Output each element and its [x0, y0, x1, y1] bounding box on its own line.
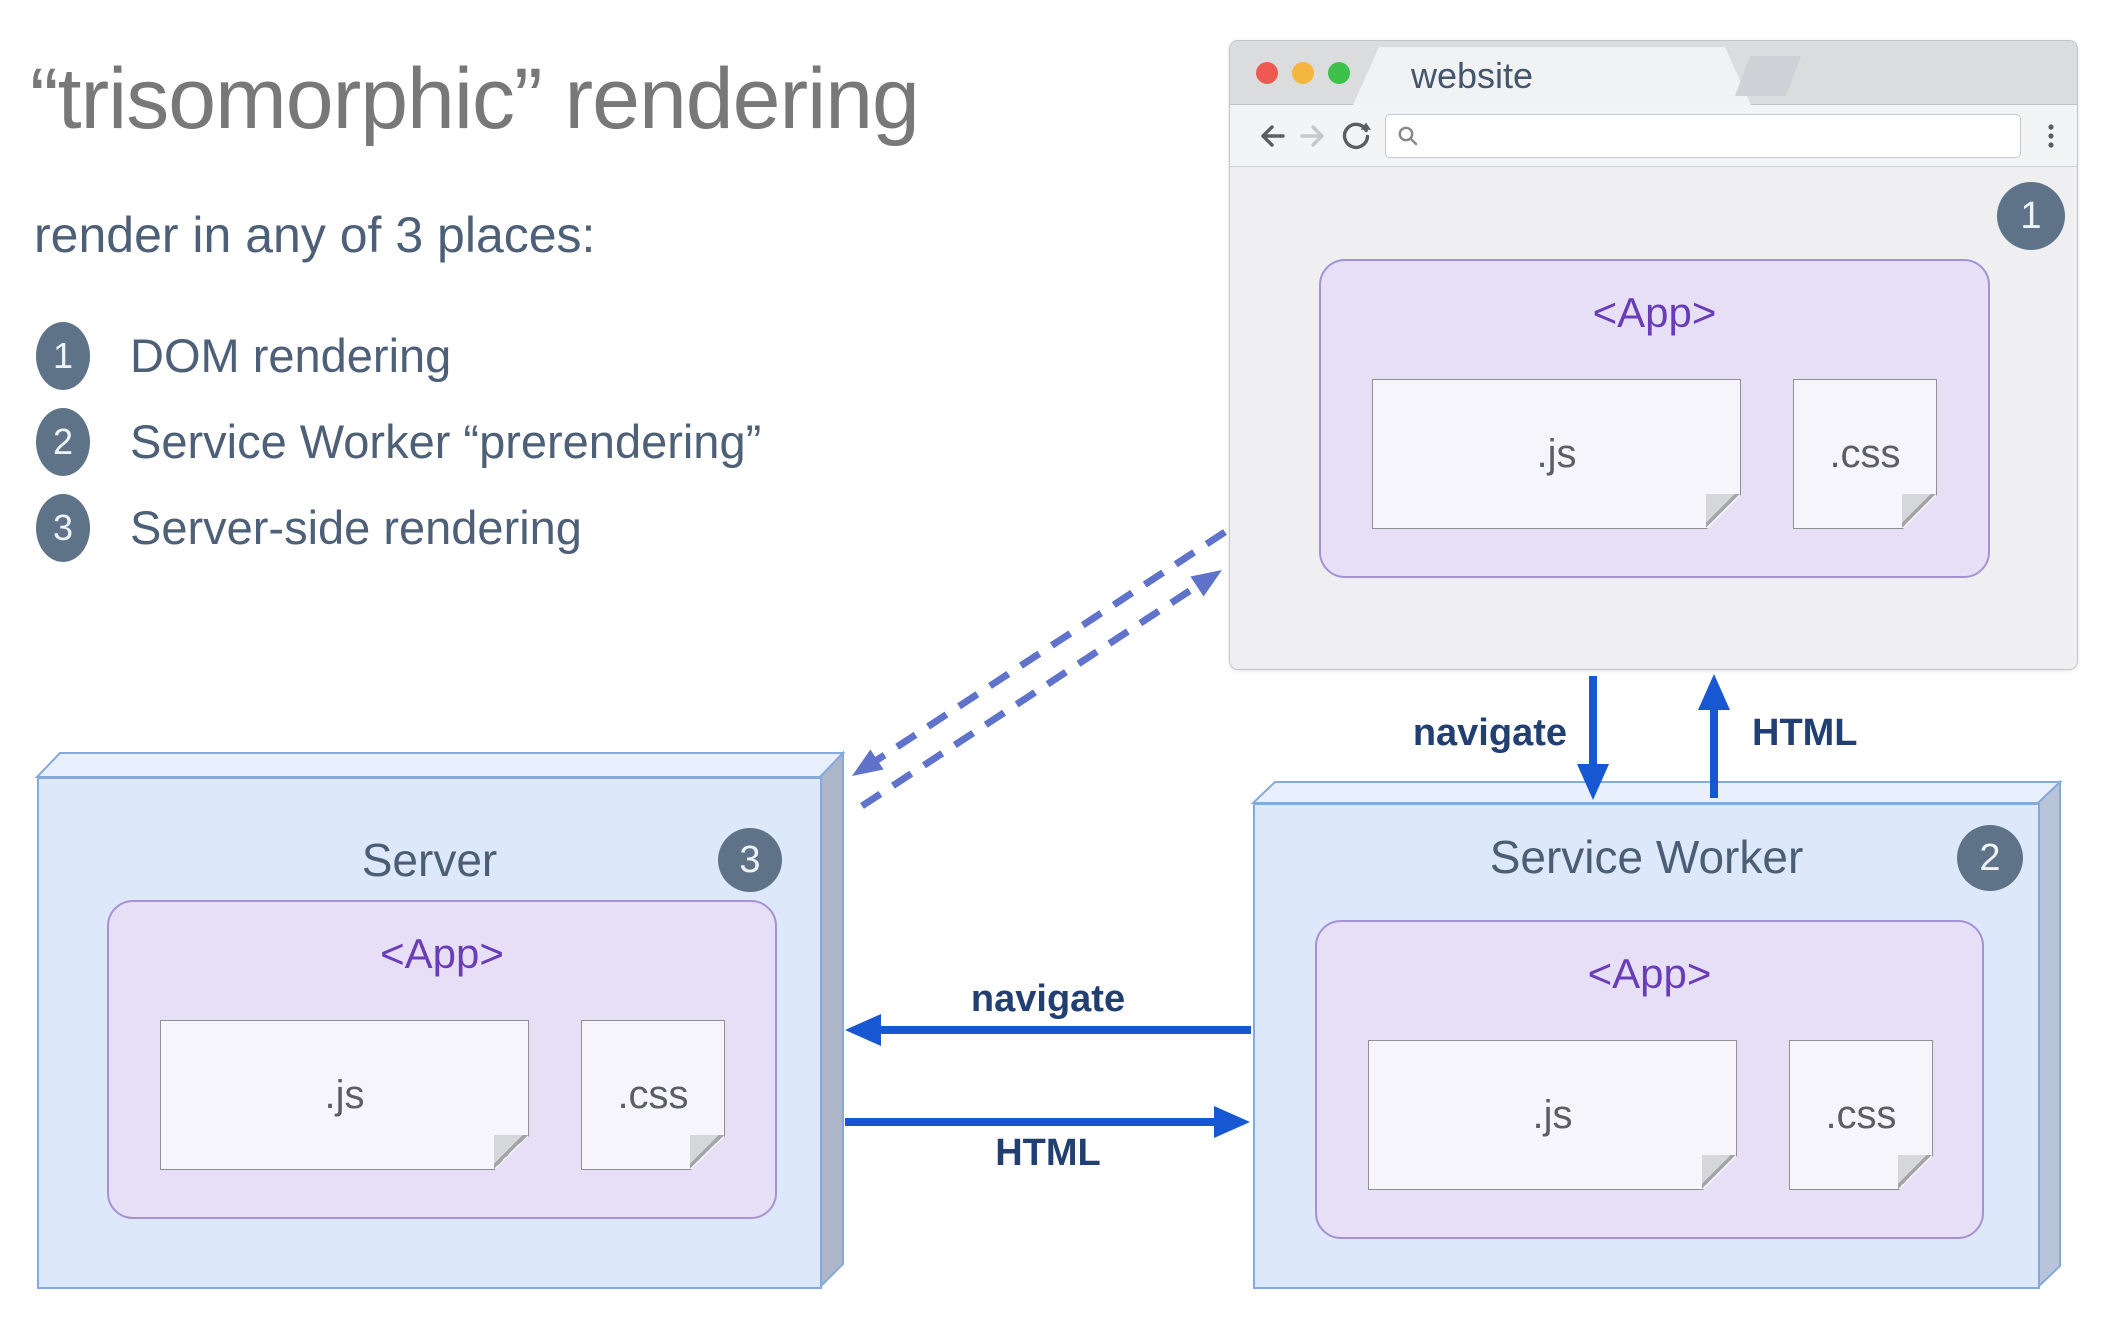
minimize-window-button[interactable]: [1292, 62, 1314, 84]
arrow-label-navigate-left: navigate: [970, 978, 1126, 1020]
close-window-button[interactable]: [1256, 62, 1278, 84]
list-item-label: DOM rendering: [130, 329, 452, 382]
forward-icon[interactable]: [1298, 120, 1330, 152]
trisomorphic-rendering-diagram: “trisomorphic” rendering render in any o…: [0, 0, 2108, 1328]
menu-dots-icon[interactable]: [2035, 120, 2067, 152]
new-tab-button[interactable]: [1735, 56, 1801, 96]
back-icon[interactable]: [1255, 120, 1287, 152]
css-file-icon: .css: [1793, 379, 1937, 529]
server-title: Server: [361, 834, 498, 886]
browser-titlebar: website: [1230, 41, 2077, 105]
list-bullet-2: 2: [36, 408, 90, 476]
service-worker-app-box: <App> .js .css: [1315, 920, 1984, 1239]
js-file-icon: .js: [160, 1020, 529, 1170]
list-item-label: Server-side rendering: [130, 501, 582, 554]
url-bar[interactable]: [1385, 114, 2021, 158]
step-badge-server: 3: [718, 828, 782, 892]
server-box: Server 3 <App> .js .css: [37, 777, 822, 1289]
browser-viewport: 1 <App> .js .css: [1230, 167, 2077, 669]
app-component-label: <App>: [380, 930, 504, 977]
step-badge-dom: 1: [1997, 182, 2065, 250]
arrow-label-html-up: HTML: [1752, 712, 1858, 754]
arrow-label-navigate-down: navigate: [1412, 712, 1567, 754]
list-item-label: Service Worker “prerendering”: [130, 415, 762, 468]
arrow-label-html-right: HTML: [995, 1132, 1101, 1174]
app-component-label: <App>: [1592, 289, 1717, 336]
browser-window: website 1 <App> .js .css: [1229, 40, 2078, 670]
browser-toolbar: [1230, 105, 2077, 167]
browser-tab-website[interactable]: website: [1353, 47, 1751, 105]
js-file-icon: .js: [1372, 379, 1741, 529]
service-worker-title: Service Worker: [1489, 831, 1804, 883]
js-file-icon: .js: [1368, 1040, 1737, 1190]
css-file-icon: .css: [1789, 1040, 1933, 1190]
list-bullet-3: 3: [36, 494, 90, 562]
browser-app-box: <App> .js .css: [1319, 259, 1990, 578]
list-bullet-1: 1: [36, 322, 90, 390]
page-subtitle: render in any of 3 places:: [34, 207, 596, 263]
app-component-label: <App>: [1587, 950, 1712, 997]
page-title: “trisomorphic” rendering: [30, 51, 920, 147]
server-app-box: <App> .js .css: [107, 900, 777, 1219]
search-icon: [1398, 126, 1418, 146]
service-worker-box: Service Worker 2 <App> .js .css: [1253, 803, 2040, 1289]
url-input[interactable]: [1428, 119, 2010, 153]
zoom-window-button[interactable]: [1328, 62, 1350, 84]
css-file-icon: .css: [581, 1020, 725, 1170]
refresh-icon[interactable]: [1340, 120, 1372, 152]
step-badge-service-worker: 2: [1957, 825, 2023, 891]
